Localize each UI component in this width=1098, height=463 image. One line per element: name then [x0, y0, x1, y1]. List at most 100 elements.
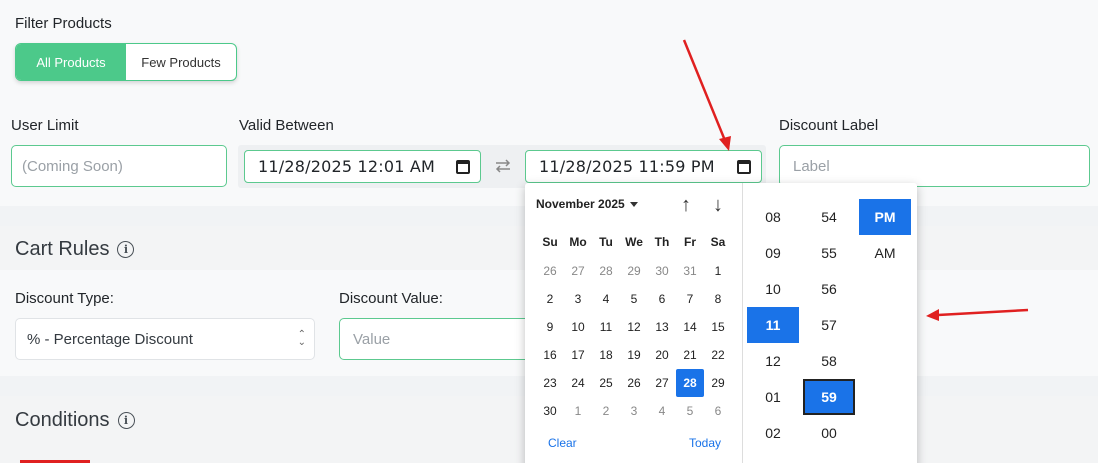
day-cell[interactable]: 4: [648, 397, 676, 425]
month-label: November 2025: [536, 197, 625, 211]
swap-arrows-icon: [495, 159, 511, 173]
hour-option[interactable]: 10: [747, 271, 799, 307]
day-cell[interactable]: 3: [564, 285, 592, 313]
minute-option[interactable]: 54: [803, 199, 855, 235]
day-cell[interactable]: 26: [620, 369, 648, 397]
caret-down-icon: [629, 201, 638, 207]
valid-between-label: Valid Between: [239, 117, 334, 134]
day-cell[interactable]: 20: [648, 341, 676, 369]
discount-value-label: Discount Value:: [339, 290, 443, 307]
day-cell[interactable]: 11: [592, 313, 620, 341]
discount-type-select[interactable]: % - Percentage Discount ⌃ ⌄: [15, 318, 315, 360]
discount-value-input[interactable]: Value: [339, 318, 539, 360]
day-cell[interactable]: 3: [620, 397, 648, 425]
few-products-button[interactable]: Few Products: [126, 44, 236, 80]
day-cell[interactable]: 29: [620, 257, 648, 285]
ampm-option[interactable]: PM: [859, 199, 911, 235]
hours-column: 08 09 10 11 12 01 02: [747, 199, 799, 451]
weekday-header: Su Mo Tu We Th Fr Sa: [536, 235, 732, 249]
day-cell[interactable]: 26: [536, 257, 564, 285]
discount-label-input[interactable]: Label: [779, 145, 1090, 187]
weekday: Sa: [710, 235, 726, 249]
today-button[interactable]: Today: [689, 436, 721, 450]
discount-label-placeholder: Label: [793, 157, 830, 175]
weekday: We: [625, 235, 643, 249]
hour-option[interactable]: 12: [747, 343, 799, 379]
minute-option[interactable]: 55: [803, 235, 855, 271]
weekday: Mo: [569, 235, 587, 249]
datetime-picker: November 2025 ↑ ↓ Su Mo Tu We Th Fr Sa 2…: [525, 183, 917, 463]
user-limit-placeholder: (Coming Soon): [22, 157, 123, 175]
day-cell[interactable]: 2: [592, 397, 620, 425]
day-cell[interactable]: 29: [704, 369, 732, 397]
day-cell[interactable]: 4: [592, 285, 620, 313]
day-cell[interactable]: 24: [564, 369, 592, 397]
day-cell[interactable]: 5: [676, 397, 704, 425]
day-cell[interactable]: 5: [620, 285, 648, 313]
day-cell[interactable]: 9: [536, 313, 564, 341]
day-cell[interactable]: 30: [536, 397, 564, 425]
day-cell[interactable]: 22: [704, 341, 732, 369]
day-cell[interactable]: 18: [592, 341, 620, 369]
end-datetime-value: 11/28/2025 11:59 PM: [539, 157, 715, 176]
day-cell[interactable]: 13: [648, 313, 676, 341]
ampm-option[interactable]: AM: [859, 235, 911, 271]
day-cell[interactable]: 10: [564, 313, 592, 341]
picker-divider: [742, 183, 743, 463]
day-cell[interactable]: 14: [676, 313, 704, 341]
user-limit-input[interactable]: (Coming Soon): [11, 145, 227, 187]
day-cell[interactable]: 28: [676, 369, 704, 397]
day-cell[interactable]: 6: [648, 285, 676, 313]
minute-option[interactable]: 59: [803, 379, 855, 415]
day-cell[interactable]: 7: [676, 285, 704, 313]
minute-option[interactable]: 56: [803, 271, 855, 307]
hour-option[interactable]: 02: [747, 415, 799, 451]
day-cell[interactable]: 8: [704, 285, 732, 313]
day-cell[interactable]: 23: [536, 369, 564, 397]
info-icon[interactable]: i: [117, 241, 135, 258]
arrow-up-icon[interactable]: ↑: [676, 195, 696, 215]
day-cell[interactable]: 19: [620, 341, 648, 369]
day-cell[interactable]: 21: [676, 341, 704, 369]
user-limit-label: User Limit: [11, 117, 79, 134]
arrow-down-icon[interactable]: ↓: [708, 195, 728, 215]
day-cell[interactable]: 2: [536, 285, 564, 313]
minutes-column: 54 55 56 57 58 59 00: [803, 199, 855, 451]
start-datetime-value: 11/28/2025 12:01 AM: [258, 157, 436, 176]
conditions-title: Conditions: [15, 409, 110, 431]
end-datetime-input[interactable]: 11/28/2025 11:59 PM: [525, 150, 762, 183]
hour-option[interactable]: 08: [747, 199, 799, 235]
hour-option[interactable]: 09: [747, 235, 799, 271]
cart-rules-heading: Cart Rules i: [15, 238, 135, 261]
month-select[interactable]: November 2025: [536, 197, 638, 211]
clear-button[interactable]: Clear: [548, 436, 577, 450]
day-cell[interactable]: 15: [704, 313, 732, 341]
hour-option[interactable]: 11: [747, 307, 799, 343]
day-cell[interactable]: 1: [704, 257, 732, 285]
day-cell[interactable]: 30: [648, 257, 676, 285]
discount-label-label: Discount Label: [779, 117, 879, 134]
hour-option[interactable]: 01: [747, 379, 799, 415]
day-cell[interactable]: 16: [536, 341, 564, 369]
day-cell[interactable]: 6: [704, 397, 732, 425]
calendar-icon[interactable]: [737, 159, 751, 174]
info-icon[interactable]: i: [117, 412, 135, 429]
ampm-column: PM AM: [859, 199, 911, 271]
day-cell[interactable]: 28: [592, 257, 620, 285]
day-cell[interactable]: 17: [564, 341, 592, 369]
weekday: Fr: [684, 235, 696, 249]
filter-toggle: All Products Few Products: [15, 43, 237, 81]
day-cell[interactable]: 1: [564, 397, 592, 425]
minute-option[interactable]: 57: [803, 307, 855, 343]
day-cell[interactable]: 27: [648, 369, 676, 397]
day-cell[interactable]: 12: [620, 313, 648, 341]
minute-option[interactable]: 00: [803, 415, 855, 451]
all-products-button[interactable]: All Products: [16, 44, 126, 80]
day-cell[interactable]: 25: [592, 369, 620, 397]
start-datetime-input[interactable]: 11/28/2025 12:01 AM: [244, 150, 481, 183]
calendar-icon[interactable]: [456, 159, 470, 174]
day-cell[interactable]: 27: [564, 257, 592, 285]
day-cell[interactable]: 31: [676, 257, 704, 285]
select-chevron-icon: ⌃ ⌄: [297, 329, 306, 348]
minute-option[interactable]: 58: [803, 343, 855, 379]
